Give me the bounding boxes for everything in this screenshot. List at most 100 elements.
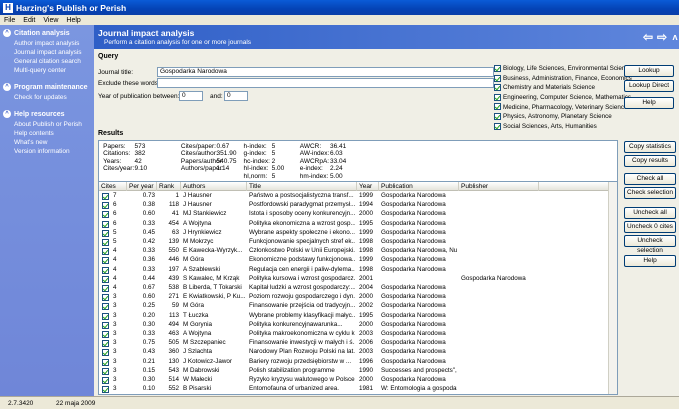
subject-checkbox-item[interactable]: Chemistry and Materials Science	[494, 84, 595, 91]
table-row[interactable]: 4 0.67 538 B Liberda, T Tokarski Kapitał lud…	[99, 284, 609, 293]
copy-results-button[interactable]: Copy results	[624, 155, 676, 167]
year-to-input[interactable]: 0	[224, 91, 248, 101]
subject-checkbox-item[interactable]: Physics, Astronomy, Planetary Science	[494, 113, 612, 120]
check-all-button[interactable]: Check all	[624, 173, 676, 185]
menu-help[interactable]: Help	[66, 17, 80, 24]
row-checkbox[interactable]	[102, 266, 109, 274]
table-row[interactable]: 3 0.33 463 A Wojtyna Polityka makroekonomicz…	[99, 330, 609, 339]
forward-arrow-icon[interactable]: ⇨	[656, 31, 668, 43]
check-selection-button[interactable]: Check selection	[624, 187, 676, 199]
row-checkbox[interactable]	[102, 331, 109, 338]
table-row[interactable]: 3 0.10 552 B Pisarski Entomofauna of urbaniz…	[99, 385, 609, 394]
column-header[interactable]: Authors	[181, 182, 247, 191]
row-checkbox[interactable]	[102, 229, 109, 237]
row-checkbox[interactable]	[102, 349, 109, 357]
table-row[interactable]: 7 0.73 1 J Hausner Państwo a postsocjalistyc…	[99, 192, 609, 201]
row-checkbox[interactable]	[102, 321, 109, 329]
sidebar-item-version[interactable]: Version information	[0, 147, 94, 156]
row-checkbox[interactable]	[102, 193, 109, 200]
exclude-words-input[interactable]	[157, 78, 494, 88]
journal-title-input[interactable]: Gospodarka Narodowa	[157, 67, 494, 77]
row-checkbox[interactable]	[102, 211, 109, 219]
checkbox-checked-icon[interactable]	[494, 84, 501, 92]
column-header[interactable]: Rank	[157, 182, 181, 191]
column-header[interactable]: Publication	[379, 182, 459, 191]
row-checkbox[interactable]	[102, 294, 109, 302]
subject-checkbox-item[interactable]: Engineering, Computer Science, Mathemati…	[494, 93, 631, 101]
checkbox-checked-icon[interactable]	[494, 93, 501, 101]
sidebar-item-journal-impact[interactable]: Journal impact analysis	[0, 48, 94, 57]
row-checkbox[interactable]	[102, 367, 109, 375]
menu-edit[interactable]: Edit	[23, 17, 35, 24]
subject-checkbox-item[interactable]: Business, Administration, Finance, Econo…	[494, 74, 632, 82]
row-checkbox[interactable]	[102, 377, 109, 384]
table-row[interactable]: 3 0.25 59 M Góra Finansowanie przejścia od t…	[99, 302, 609, 311]
row-checkbox[interactable]	[102, 285, 109, 292]
row-checkbox[interactable]	[102, 340, 109, 348]
results-help-button[interactable]: Help	[624, 255, 676, 267]
table-row[interactable]: 5 0.45 63 J Hrynkiewicz Wybrane aspekty społ…	[99, 229, 609, 238]
sidebar-section-citation-analysis[interactable]: ^ Citation analysis	[0, 25, 94, 39]
sidebar-item-general-search[interactable]: General citation search	[0, 57, 94, 66]
sidebar-section-program-maintenance[interactable]: ^ Program maintenance	[0, 79, 94, 93]
table-row[interactable]: 4 0.33 197 A Szablewski Regulacja cen energi…	[99, 266, 609, 275]
collapse-icon[interactable]: ʌ	[669, 31, 679, 43]
subject-checkbox-item[interactable]: Biology, Life Sciences, Environmental Sc…	[494, 65, 632, 72]
table-row[interactable]: 4 0.36 446 M Góra Ekonomiczne podstawy funkc…	[99, 256, 609, 265]
row-checkbox[interactable]	[102, 248, 109, 256]
sidebar-item-about[interactable]: About Publish or Perish	[0, 120, 94, 129]
row-checkbox[interactable]	[102, 275, 109, 283]
table-row[interactable]: 6 0.38 118 J Hausner Postfordowski paradygma…	[99, 201, 609, 210]
menu-view[interactable]: View	[43, 17, 58, 24]
uncheck-all-button[interactable]: Uncheck all	[624, 207, 676, 219]
column-header[interactable]: Year	[357, 182, 379, 191]
query-help-button[interactable]: Help	[624, 97, 674, 109]
row-checkbox[interactable]	[102, 220, 109, 228]
table-row[interactable]: 6 0.60 41 MJ Stankiewicz Istota i sposoby oc…	[99, 210, 609, 219]
table-row[interactable]: 3 0.43 360 J Szlachta Narodowy Plan Rozwoju …	[99, 348, 609, 357]
table-row[interactable]: 3 0.75 505 M Szczepaniec Finansowanie inwest…	[99, 339, 609, 348]
copy-statistics-button[interactable]: Copy statistics	[624, 141, 676, 153]
row-checkbox[interactable]	[102, 239, 109, 246]
column-header[interactable]: Per year	[127, 182, 157, 191]
lookup-button[interactable]: Lookup	[624, 65, 674, 77]
row-checkbox[interactable]	[102, 303, 109, 311]
table-row[interactable]: 3 0.30 514 W Małecki Ryzyko kryzysu walutowe…	[99, 376, 609, 385]
table-row[interactable]: 4 0.44 439 S Kawalec, M Krząk Polityka kurso…	[99, 275, 609, 284]
column-header[interactable]: Title	[247, 182, 357, 191]
checkbox-checked-icon[interactable]	[494, 65, 501, 72]
checkbox-checked-icon[interactable]	[494, 74, 501, 82]
lookup-direct-button[interactable]: Lookup Direct	[624, 80, 674, 92]
menu-file[interactable]: File	[4, 17, 15, 24]
year-from-input[interactable]: 0	[179, 91, 203, 101]
table-row[interactable]: 5 0.42 139 M Mokrzyc Funkcjonowanie specjaln…	[99, 238, 609, 247]
back-arrow-icon[interactable]: ⇦	[642, 31, 654, 43]
table-row[interactable]: 6 0.33 454 A Wojtyna Polityka ekonomiczna a …	[99, 220, 609, 229]
table-row[interactable]: 3 0.30 494 M Gorynia Polityka konkurencyjnaw…	[99, 321, 609, 330]
subject-checkbox-item[interactable]: Social Sciences, Arts, Humanities	[494, 122, 597, 130]
vertical-scrollbar[interactable]	[608, 182, 617, 394]
sidebar-item-whats-new[interactable]: What's new	[0, 138, 94, 147]
row-checkbox[interactable]	[102, 257, 109, 265]
table-row[interactable]: 3 0.60 271 E Kwiatkowski, P Ku... Poziom roz…	[99, 293, 609, 302]
row-checkbox[interactable]	[102, 358, 109, 366]
checkbox-checked-icon[interactable]	[494, 103, 501, 111]
sidebar-item-author-impact[interactable]: Author impact analysis	[0, 39, 94, 48]
table-row[interactable]: 3 0.20 113 T Łuczka Wybrane problemy klasyfi…	[99, 312, 609, 321]
table-row[interactable]: 4 0.33 550 E Kawecka-Wyrzyk... Członkostwo P…	[99, 247, 609, 256]
checkbox-checked-icon[interactable]	[494, 113, 501, 120]
checkbox-checked-icon[interactable]	[494, 122, 501, 130]
table-row[interactable]: 3 0.15 543 M Dabrowski Polish stabilization …	[99, 367, 609, 376]
column-header[interactable]: Publisher	[459, 182, 539, 191]
sidebar-item-check-updates[interactable]: Check for updates	[0, 93, 94, 102]
row-checkbox[interactable]	[102, 312, 109, 320]
row-checkbox[interactable]	[102, 202, 109, 210]
sidebar-item-multi-query[interactable]: Multi-query center	[0, 66, 94, 75]
uncheck-selection-button[interactable]: Uncheck selection	[624, 235, 676, 254]
sidebar-section-help-resources[interactable]: ^ Help resources	[0, 106, 94, 120]
uncheck-zero-cites-button[interactable]: Uncheck 0 cites	[624, 221, 676, 233]
column-header[interactable]: Cites	[99, 182, 127, 191]
subject-checkbox-item[interactable]: Medicine, Pharmacology, Veterinary Scien…	[494, 103, 627, 111]
row-checkbox[interactable]	[102, 386, 109, 394]
sidebar-item-help-contents[interactable]: Help contents	[0, 129, 94, 138]
